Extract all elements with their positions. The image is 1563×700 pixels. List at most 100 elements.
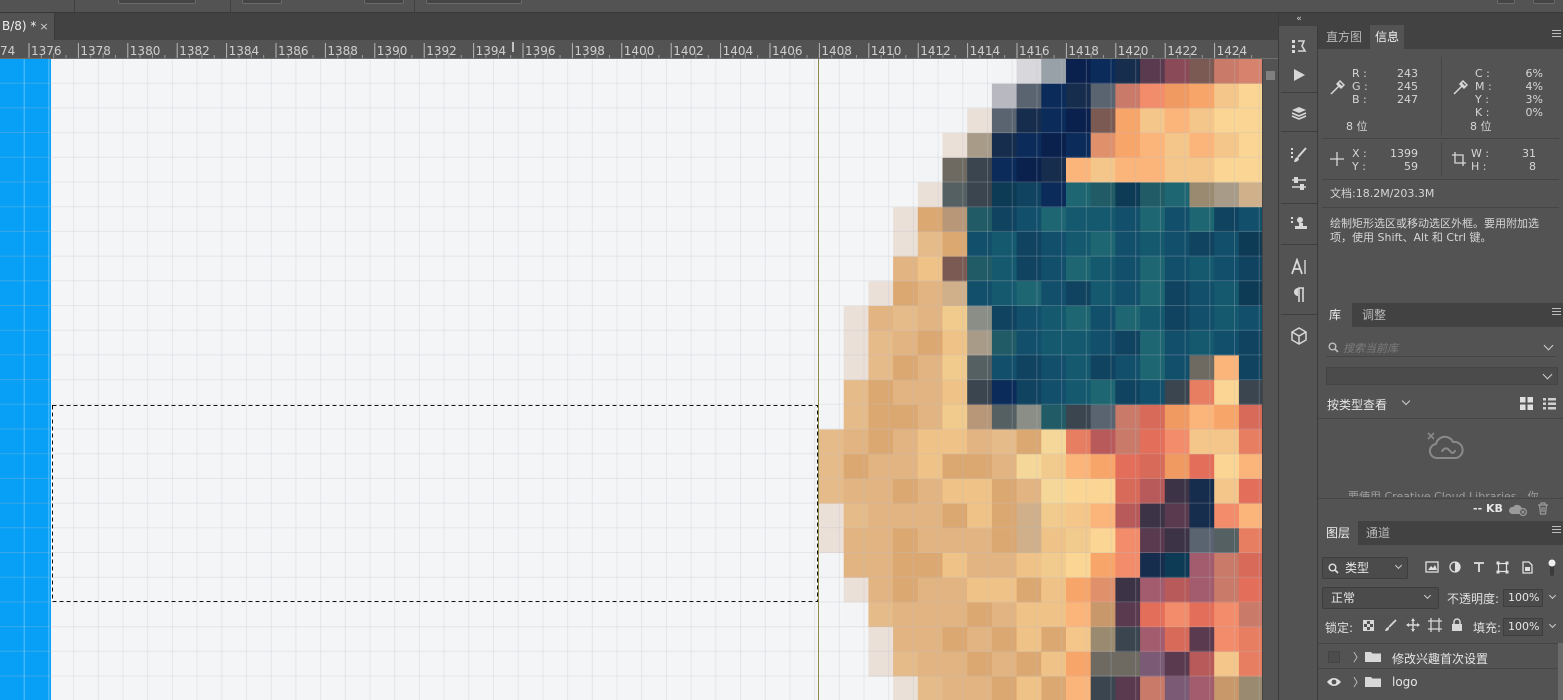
tab-histogram[interactable]: 直方图 xyxy=(1322,25,1366,49)
tab-adjustments[interactable]: 调整 xyxy=(1354,303,1394,327)
eye-icon[interactable] xyxy=(1326,676,1342,688)
lock-transparent-pixels-icon[interactable] xyxy=(1363,620,1374,631)
options-dropdown[interactable] xyxy=(426,0,522,4)
options-bar xyxy=(0,0,1563,13)
shape-layer-filter-icon[interactable] xyxy=(1496,561,1509,574)
document-canvas[interactable] xyxy=(0,59,1262,700)
lock-image-pixels-icon[interactable] xyxy=(1384,619,1397,632)
layers-scrollbar[interactable] xyxy=(1558,643,1563,700)
vertical-scrollbar[interactable] xyxy=(1262,59,1278,700)
panel-menu-icon[interactable] xyxy=(1552,308,1561,317)
image-pixel xyxy=(843,330,869,356)
fill-input[interactable]: 100% xyxy=(1503,618,1543,636)
image-pixel xyxy=(1066,429,1092,455)
opacity-input[interactable]: 100% xyxy=(1503,589,1543,607)
panel-menu-icon[interactable] xyxy=(1552,30,1561,39)
image-pixel xyxy=(868,256,894,282)
layer-row[interactable]: 〉 修改兴趣首次设置 xyxy=(1318,643,1558,668)
image-pixel xyxy=(991,429,1017,455)
chevron-right-icon[interactable]: 〉 xyxy=(1353,649,1364,665)
ruler-label: 1394 xyxy=(476,44,507,58)
folder-icon xyxy=(1365,677,1381,687)
image-pixel xyxy=(893,231,919,257)
image-pixel xyxy=(893,281,919,307)
play-icon[interactable] xyxy=(1287,64,1311,86)
chevron-down-icon[interactable] xyxy=(1548,620,1557,629)
image-pixel xyxy=(917,676,943,700)
options-field[interactable] xyxy=(242,0,282,4)
image-pixel xyxy=(1041,503,1067,529)
tab-channels[interactable]: 通道 xyxy=(1358,521,1398,545)
horizontal-ruler[interactable]: 74 1376 1378 1380 1382 1384 1386 1388 1390 1392 13… xyxy=(0,40,1278,59)
scrollbar-thumb[interactable] xyxy=(1266,71,1275,80)
image-pixel xyxy=(1189,602,1215,628)
info-r-value: 243 xyxy=(1397,67,1418,80)
options-button[interactable] xyxy=(1497,0,1515,4)
grid-view-icon[interactable] xyxy=(1519,396,1534,411)
image-pixel xyxy=(1115,306,1141,332)
panel-menu-icon[interactable] xyxy=(1552,526,1561,535)
image-pixel xyxy=(991,627,1017,653)
image-pixel xyxy=(967,627,993,653)
lock-position-icon[interactable] xyxy=(1406,618,1420,632)
image-pixel xyxy=(991,182,1017,208)
library-select[interactable] xyxy=(1326,367,1558,385)
options-button[interactable] xyxy=(1533,0,1555,4)
pixel-canvas[interactable] xyxy=(0,59,1262,700)
image-pixel xyxy=(1090,182,1116,208)
collapse-panels-icon[interactable]: « xyxy=(1279,13,1319,26)
trash-icon[interactable] xyxy=(1537,502,1549,515)
smart-object-filter-icon[interactable] xyxy=(1521,561,1533,574)
image-pixel xyxy=(1066,553,1092,579)
chevron-right-icon[interactable]: 〉 xyxy=(1353,674,1364,690)
layer-row[interactable]: 〉 logo xyxy=(1318,668,1558,693)
blend-mode-select[interactable]: 正常 xyxy=(1322,587,1439,609)
pixel-layer-filter-icon[interactable] xyxy=(1425,561,1439,573)
type-layer-filter-icon[interactable] xyxy=(1473,561,1485,573)
brush-settings-icon[interactable] xyxy=(1287,144,1311,166)
adjustment-layer-filter-icon[interactable] xyxy=(1449,561,1461,573)
image-pixel xyxy=(967,577,993,603)
clone-source-icon[interactable] xyxy=(1287,213,1311,235)
options-dropdown[interactable] xyxy=(118,0,196,4)
character-icon[interactable] xyxy=(1287,256,1311,278)
image-pixel xyxy=(1066,83,1092,109)
lock-artboard-icon[interactable] xyxy=(1428,618,1442,632)
chevron-down-icon[interactable] xyxy=(1548,591,1557,600)
image-pixel xyxy=(1066,577,1092,603)
image-pixel xyxy=(1140,429,1166,455)
list-view-icon[interactable] xyxy=(1542,396,1557,411)
paragraph-icon[interactable] xyxy=(1287,284,1311,306)
image-pixel xyxy=(1164,627,1190,653)
image-pixel xyxy=(1140,182,1166,208)
document-tab[interactable]: B/8) * × xyxy=(0,13,55,40)
image-pixel xyxy=(868,281,894,307)
image-pixel xyxy=(843,577,869,603)
image-pixel xyxy=(1090,676,1116,700)
lock-all-icon[interactable] xyxy=(1451,618,1463,632)
filter-toggle-icon[interactable] xyxy=(1546,559,1558,577)
chevron-down-icon xyxy=(1543,340,1554,351)
ruler-label: 1376 xyxy=(31,44,62,58)
history-brush-icon[interactable] xyxy=(1287,36,1311,58)
crosshair-icon xyxy=(1330,152,1344,166)
3d-cube-stack-icon[interactable] xyxy=(1287,103,1311,125)
close-icon[interactable]: × xyxy=(37,13,51,40)
image-pixel xyxy=(1214,59,1240,85)
ruler-label: 1404 xyxy=(723,44,754,58)
view-by-type-dropdown[interactable]: 按类型查看 xyxy=(1327,396,1411,413)
layer-name: logo xyxy=(1392,675,1418,689)
image-pixel xyxy=(1016,306,1042,332)
image-pixel xyxy=(1066,404,1092,430)
layer-kind-filter[interactable]: 类型 xyxy=(1322,557,1408,579)
layer-visibility-toggle[interactable] xyxy=(1328,651,1340,663)
tab-library[interactable]: 库 xyxy=(1318,303,1352,327)
image-pixel xyxy=(1238,454,1262,480)
sliders-icon[interactable] xyxy=(1287,173,1311,195)
tab-info[interactable]: 信息 xyxy=(1370,25,1404,49)
library-search-input[interactable]: 搜索当前库 xyxy=(1326,339,1556,357)
cloud-sync-icon[interactable] xyxy=(1508,503,1528,516)
3d-box-icon[interactable] xyxy=(1287,325,1311,347)
options-field[interactable] xyxy=(364,0,404,4)
tab-layers[interactable]: 图层 xyxy=(1318,521,1358,545)
